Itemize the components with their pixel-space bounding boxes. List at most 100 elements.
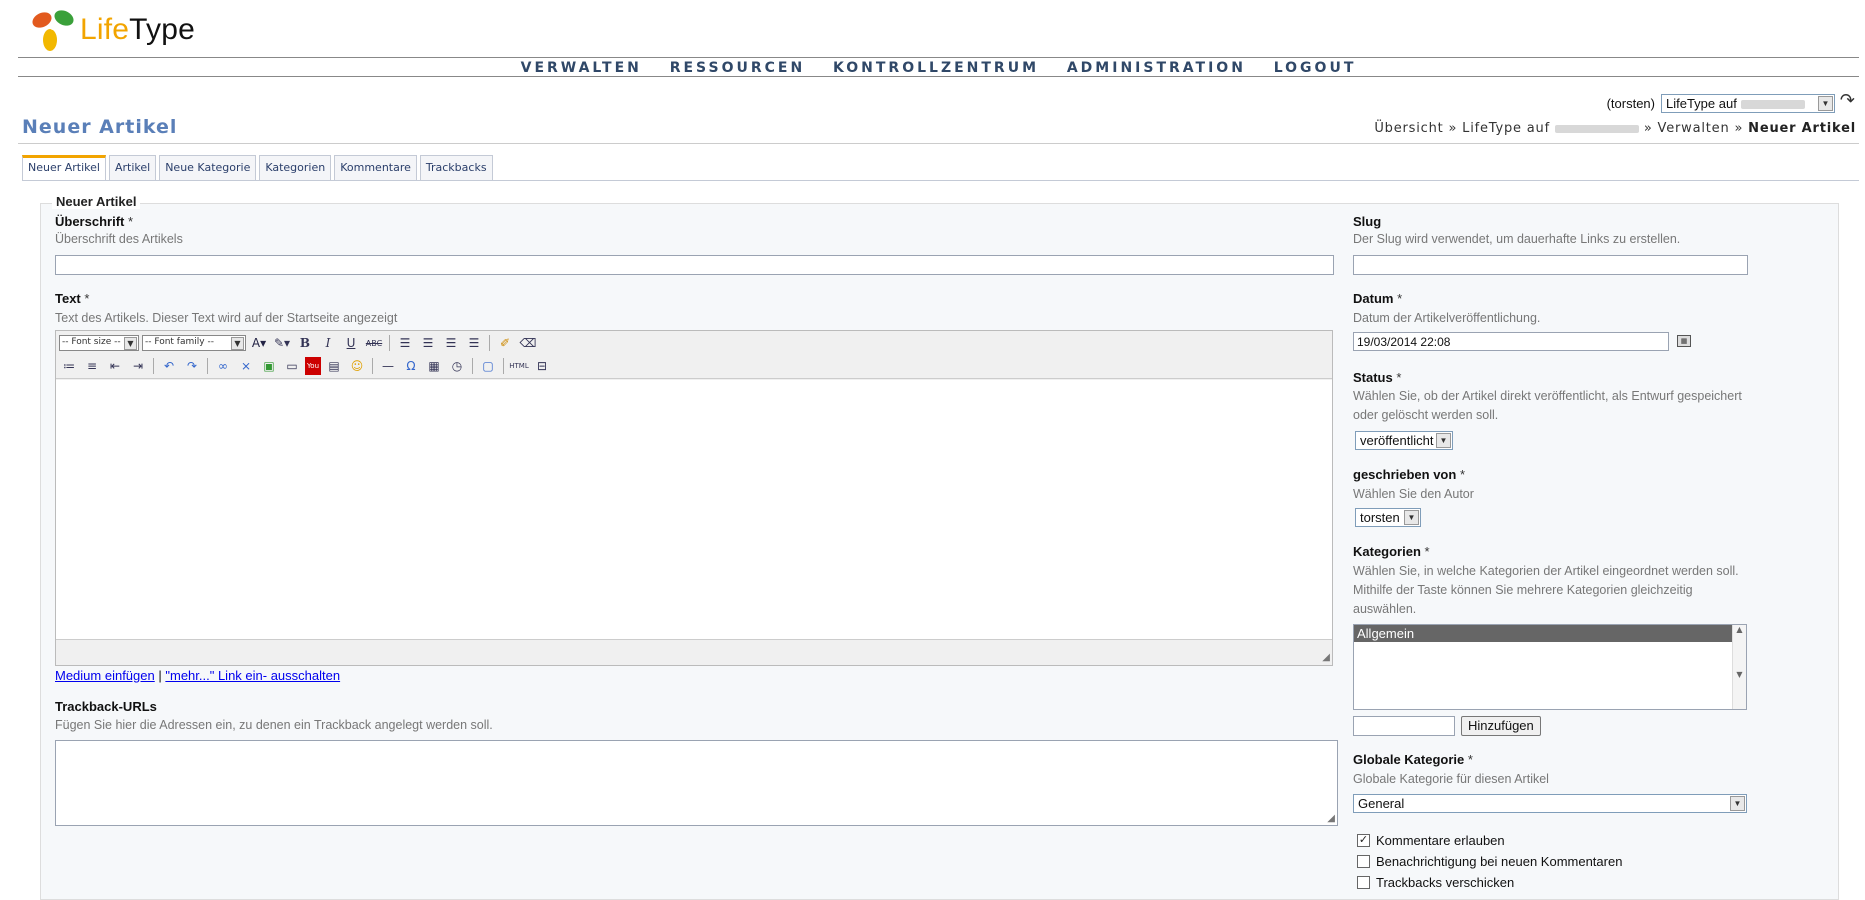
align-center-icon[interactable]: ☰: [418, 334, 438, 352]
text-hint: Text des Artikels. Dieser Text wird auf …: [55, 311, 398, 325]
slug-input[interactable]: [1353, 255, 1748, 275]
youtube-icon[interactable]: You: [305, 357, 321, 375]
html-source-icon[interactable]: HTML: [509, 357, 529, 375]
bullet-list-icon[interactable]: ≔: [59, 357, 79, 375]
heading-input[interactable]: [55, 255, 1334, 275]
indent-icon[interactable]: ⇥: [128, 357, 148, 375]
toggle-more-link[interactable]: "mehr..." Link ein- ausschalten: [165, 668, 340, 683]
numbered-list-icon[interactable]: ≡: [82, 357, 102, 375]
document-icon[interactable]: ▤: [324, 357, 344, 375]
page-break-icon[interactable]: ⊟: [532, 357, 552, 375]
category-option[interactable]: Allgemein: [1354, 625, 1746, 642]
undo-icon[interactable]: ↶: [159, 357, 179, 375]
lifetype-leaf-icon: [32, 10, 74, 51]
resize-handle-icon[interactable]: ◢: [1322, 652, 1330, 663]
insert-media-link[interactable]: Medium einfügen: [55, 668, 155, 683]
text-color-icon[interactable]: A▾: [249, 334, 269, 352]
slug-label: Slug: [1353, 214, 1382, 229]
editor-links: Medium einfügen | "mehr..." Link ein- au…: [55, 668, 341, 683]
calendar-icon[interactable]: ▦: [1677, 335, 1691, 347]
checkbox-checked-icon[interactable]: ✓: [1357, 834, 1370, 847]
outdent-icon[interactable]: ⇤: [105, 357, 125, 375]
nav-verwalten[interactable]: VERWALTEN: [521, 58, 642, 78]
categories-listbox[interactable]: Allgemein ▲ ▼: [1353, 624, 1747, 710]
chevron-down-icon: ▼: [1404, 510, 1419, 525]
strikethrough-icon[interactable]: ABC: [364, 334, 384, 352]
unlink-icon[interactable]: ⨯: [236, 357, 256, 375]
add-category-button[interactable]: Hinzufügen: [1461, 716, 1541, 736]
editor-content-area[interactable]: [56, 380, 1332, 640]
tab-comments[interactable]: Kommentare: [334, 155, 417, 180]
toolbar-separator: [153, 358, 154, 374]
bold-icon[interactable]: B: [295, 334, 315, 352]
fullscreen-icon[interactable]: ▢: [478, 357, 498, 375]
toolbar-separator: [472, 358, 473, 374]
tab-trackbacks[interactable]: Trackbacks: [419, 155, 493, 180]
editor-toolbar: -- Font size -- ▼ -- Font family -- ▼ A▾ ✎…: [56, 331, 1332, 379]
scrollbar[interactable]: ▲ ▼: [1732, 625, 1746, 709]
special-char-icon[interactable]: Ω: [401, 357, 421, 375]
crumb-manage[interactable]: Verwalten: [1658, 121, 1730, 136]
toolbar-separator: [503, 358, 504, 374]
image-icon[interactable]: ▣: [259, 357, 279, 375]
insert-time-icon[interactable]: ◷: [447, 357, 467, 375]
rich-text-editor: -- Font size -- ▼ -- Font family -- ▼ A▾ ✎…: [55, 330, 1333, 666]
tab-categories[interactable]: Kategorien: [259, 155, 332, 180]
redo-icon[interactable]: ↷: [182, 357, 202, 375]
nav-kontrollzentrum[interactable]: KONTROLLZENTRUM: [833, 58, 1039, 78]
checkbox-icon[interactable]: [1357, 876, 1370, 889]
send-trackbacks-checkbox[interactable]: Trackbacks verschicken: [1357, 875, 1514, 890]
checkbox-icon[interactable]: [1357, 855, 1370, 868]
breadcrumb: Übersicht » LifeType auf » Verwalten » N…: [1374, 121, 1856, 136]
author-hint: Wählen Sie den Autor: [1353, 487, 1474, 501]
media-icon[interactable]: ▭: [282, 357, 302, 375]
font-family-select[interactable]: -- Font family -- ▼: [142, 335, 246, 351]
nav-logout[interactable]: LOGOUT: [1274, 58, 1357, 78]
chevron-down-icon: ▼: [1818, 96, 1833, 111]
notify-comments-checkbox[interactable]: Benachrichtigung bei neuen Kommentaren: [1357, 854, 1622, 869]
tab-new-category[interactable]: Neue Kategorie: [159, 155, 257, 180]
emoticon-icon[interactable]: ☺: [347, 357, 367, 375]
status-select[interactable]: veröffentlicht ▼: [1355, 431, 1453, 450]
date-input[interactable]: [1353, 332, 1669, 351]
tab-new-article[interactable]: Neuer Artikel: [22, 155, 106, 180]
tab-bar: Neuer Artikel Artikel Neue Kategorie Kat…: [22, 155, 493, 180]
heading-label: Überschrift *: [55, 214, 134, 229]
main-nav: VERWALTEN RESSOURCEN KONTROLLZENTRUM ADM…: [18, 57, 1859, 77]
align-right-icon[interactable]: ☰: [441, 334, 461, 352]
nav-ressourcen[interactable]: RESSOURCEN: [670, 58, 806, 78]
crumb-overview[interactable]: Übersicht: [1374, 121, 1443, 136]
horizontal-rule-icon[interactable]: —: [378, 357, 398, 375]
underline-icon[interactable]: U: [341, 334, 361, 352]
chevron-down-icon: ▼: [1730, 796, 1745, 811]
global-category-select[interactable]: General ▼: [1353, 794, 1747, 813]
toolbar-separator: [372, 358, 373, 374]
insert-date-icon[interactable]: ▦: [424, 357, 444, 375]
align-justify-icon[interactable]: ☰: [464, 334, 484, 352]
page-title: Neuer Artikel: [22, 116, 178, 138]
highlight-icon[interactable]: ✎▾: [272, 334, 292, 352]
font-size-select[interactable]: -- Font size -- ▼: [59, 335, 139, 351]
crumb-blog[interactable]: LifeType auf: [1462, 121, 1550, 136]
blog-select[interactable]: LifeType auf ▼: [1661, 94, 1835, 113]
italic-icon[interactable]: I: [318, 334, 338, 352]
go-arrow-icon[interactable]: ↷: [1840, 90, 1855, 111]
cleanup-icon[interactable]: ✐: [495, 334, 515, 352]
categories-hint: Wählen Sie, in welche Kategorien der Art…: [1353, 564, 1739, 616]
resize-handle-icon[interactable]: ◢: [1327, 813, 1335, 824]
chevron-down-icon: ▼: [231, 337, 244, 350]
align-left-icon[interactable]: ☰: [395, 334, 415, 352]
tab-articles[interactable]: Artikel: [108, 155, 157, 180]
trackback-textarea[interactable]: ◢: [55, 740, 1338, 826]
current-user: (torsten): [1606, 96, 1655, 111]
nav-administration[interactable]: ADMINISTRATION: [1067, 58, 1246, 78]
allow-comments-checkbox[interactable]: ✓ Kommentare erlauben: [1357, 833, 1505, 848]
status-label: Status *: [1353, 370, 1402, 385]
new-category-input[interactable]: [1353, 716, 1455, 736]
eraser-icon[interactable]: ⌫: [518, 334, 538, 352]
divider: [22, 180, 1859, 181]
author-select[interactable]: torsten ▼: [1355, 508, 1421, 527]
redacted-blog-name: [1554, 124, 1639, 133]
link-icon[interactable]: ∞: [213, 357, 233, 375]
categories-label: Kategorien *: [1353, 544, 1430, 559]
